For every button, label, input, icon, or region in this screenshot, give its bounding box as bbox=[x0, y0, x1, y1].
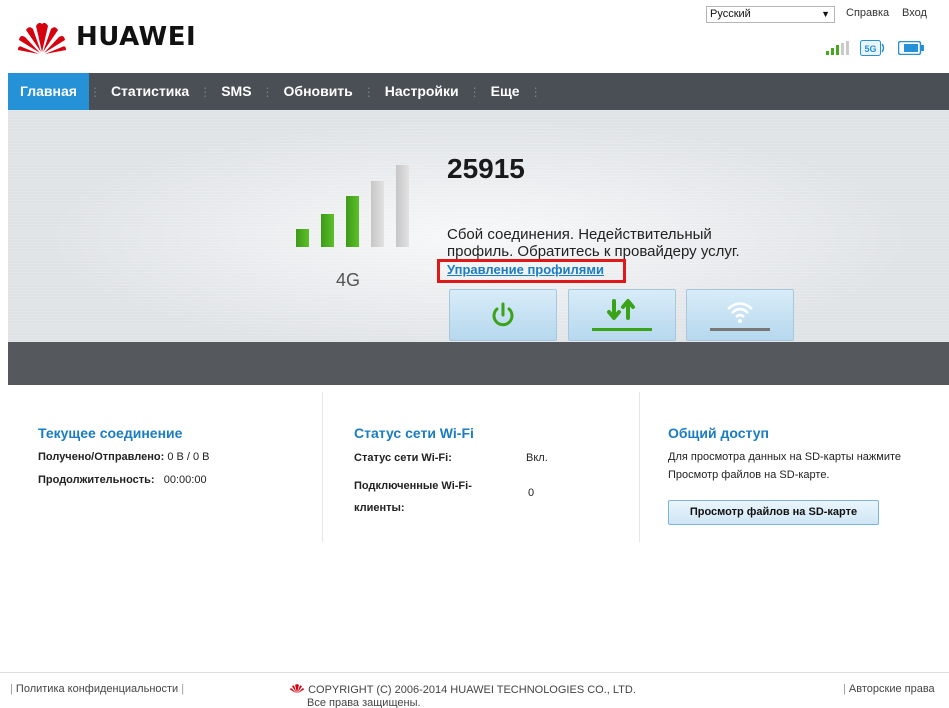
device-status-icons: 5G bbox=[826, 40, 924, 56]
wifi-button[interactable] bbox=[686, 289, 794, 341]
duration-value: 00:00:00 bbox=[163, 474, 207, 486]
footer-pipe: | bbox=[10, 683, 13, 695]
signal-bar bbox=[321, 214, 334, 247]
column-divider bbox=[322, 392, 323, 542]
copyright-text: COPYRIGHT (C) 2006-2014 HUAWEI TECHNOLOG… bbox=[308, 684, 636, 696]
main-nav: Главная ⋮ Статистика ⋮ SMS ⋮ Обновить ⋮ … bbox=[8, 73, 949, 110]
nav-separator: ⋮ bbox=[529, 84, 542, 99]
nav-separator: ⋮ bbox=[199, 84, 212, 99]
wifi-status-section: Статус сети Wi-Fi Статус сети Wi-Fi: Вкл… bbox=[354, 388, 624, 548]
connection-panel-band bbox=[8, 342, 949, 385]
data-transfer-icon bbox=[592, 299, 652, 331]
signal-strength-indicator bbox=[296, 165, 412, 247]
wifi-icon bbox=[710, 302, 770, 331]
nav-item-settings[interactable]: Настройки bbox=[375, 73, 469, 110]
sharing-description-line1: Для просмотра данных на SD-карты нажмите bbox=[668, 451, 902, 463]
signal-bar bbox=[371, 181, 384, 247]
traffic-label: Получено/Отправлено: bbox=[38, 451, 165, 463]
nav-separator: ⋮ bbox=[261, 84, 274, 99]
connection-status-message: Сбой соединения. Недействительный профил… bbox=[447, 226, 740, 260]
help-link[interactable]: Справка bbox=[846, 7, 889, 19]
wifi-status-value: Вкл. bbox=[526, 452, 548, 464]
signal-bar bbox=[396, 165, 409, 247]
network-type-label: 4G bbox=[336, 270, 361, 290]
nav-separator: ⋮ bbox=[362, 84, 375, 99]
language-select[interactable]: Русский ▼ bbox=[706, 6, 835, 23]
battery-icon bbox=[898, 41, 924, 55]
nav-item-update[interactable]: Обновить bbox=[274, 73, 363, 110]
sharing-title: Общий доступ bbox=[668, 425, 769, 441]
traffic-row: Получено/Отправлено: 0 B / 0 B bbox=[38, 451, 210, 463]
wifi-status-label: Статус сети Wi-Fi: bbox=[354, 452, 452, 464]
wifi-clients-label-line1: Подключенные Wi-Fi- bbox=[354, 480, 472, 492]
traffic-value: 0 B / 0 B bbox=[167, 451, 210, 463]
duration-label: Продолжительность: bbox=[38, 474, 155, 486]
network-badge-text: 5G bbox=[864, 44, 876, 54]
signal-bar bbox=[296, 229, 309, 247]
network-5g-icon: 5G bbox=[860, 40, 885, 56]
footer-pipe: | bbox=[843, 683, 846, 695]
rights-reserved-text: Все права защищены. bbox=[307, 697, 421, 708]
footer-divider bbox=[0, 672, 949, 673]
wifi-clients-label: Подключенные Wi-Fi- клиенты: bbox=[354, 475, 472, 519]
wifi-clients-label-line2: клиенты: bbox=[354, 502, 405, 514]
huawei-logo[interactable]: HUAWEI bbox=[16, 20, 196, 54]
copyright-link[interactable]: Авторские права bbox=[849, 683, 935, 695]
mobile-data-button[interactable] bbox=[568, 289, 676, 341]
privacy-policy-link[interactable]: Политика конфиденциальности bbox=[16, 683, 178, 695]
view-sd-files-button[interactable]: Просмотр файлов на SD-карте bbox=[668, 500, 879, 525]
nav-item-more[interactable]: Еще bbox=[481, 73, 530, 110]
language-select-value: Русский bbox=[710, 8, 751, 20]
login-link[interactable]: Вход bbox=[902, 7, 927, 19]
power-button[interactable] bbox=[449, 289, 557, 341]
nav-separator: ⋮ bbox=[88, 84, 101, 99]
nav-item-sms[interactable]: SMS bbox=[211, 73, 261, 110]
highlight-annotation bbox=[437, 259, 626, 283]
brand-name: HUAWEI bbox=[76, 22, 197, 52]
profile-name: 25915 bbox=[447, 153, 525, 184]
footer-pipe: | bbox=[181, 683, 185, 695]
current-connection-section: Текущее соединение Получено/Отправлено: … bbox=[38, 388, 308, 548]
sharing-description: Для просмотра данных на SD-карты нажмите… bbox=[668, 448, 901, 484]
nav-item-statistics[interactable]: Статистика bbox=[101, 73, 199, 110]
signal-bar bbox=[346, 196, 359, 247]
footer-copyright: COPYRIGHT (C) 2006-2014 HUAWEI TECHNOLOG… bbox=[289, 683, 636, 708]
footer-copyright-link: | Авторские права bbox=[843, 683, 935, 695]
column-divider bbox=[639, 392, 640, 542]
wifi-clients-value: 0 bbox=[528, 487, 535, 499]
duration-row: Продолжительность: 00:00:00 bbox=[38, 474, 207, 486]
current-connection-title: Текущее соединение bbox=[38, 425, 183, 441]
huawei-small-logo-icon bbox=[289, 684, 305, 694]
signal-strength-icon bbox=[826, 41, 849, 55]
huawei-logo-icon bbox=[18, 22, 66, 54]
wifi-status-title: Статус сети Wi-Fi bbox=[354, 425, 474, 441]
nav-separator: ⋮ bbox=[468, 84, 481, 99]
sharing-section: Общий доступ Для просмотра данных на SD-… bbox=[668, 388, 938, 548]
footer-privacy: | Политика конфиденциальности | bbox=[10, 683, 184, 695]
header: HUAWEI Русский ▼ Справка Вход 5G bbox=[0, 0, 949, 72]
sharing-description-line2: Просмотр файлов на SD-карте. bbox=[668, 469, 830, 481]
dropdown-arrow-icon: ▼ bbox=[821, 9, 830, 19]
nav-item-home[interactable]: Главная bbox=[8, 73, 89, 110]
power-icon bbox=[492, 302, 514, 327]
